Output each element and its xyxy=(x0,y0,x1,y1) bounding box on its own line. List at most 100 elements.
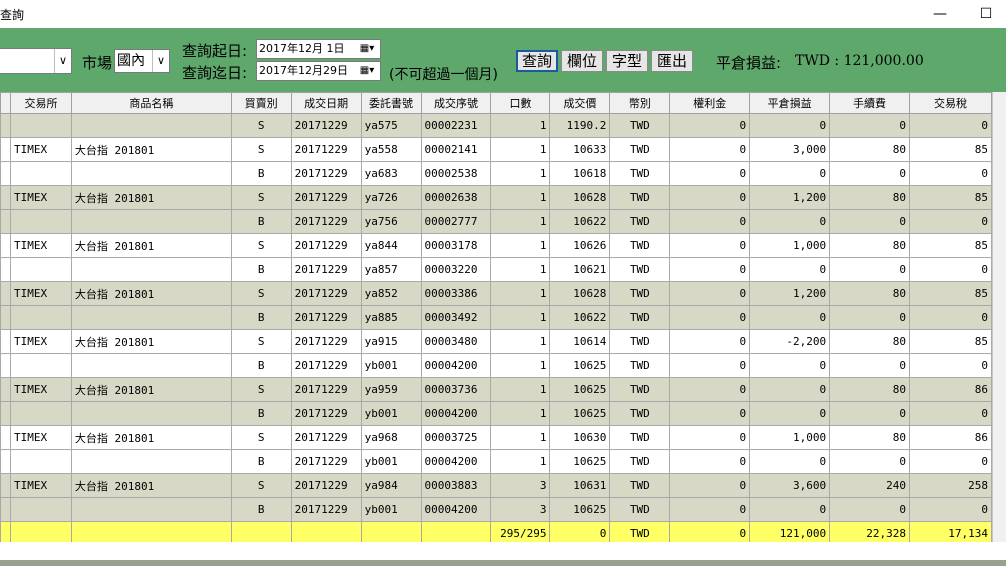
table-row[interactable]: TIMEX 大台指 201801 S 20171229 ya844 00003178 1 10… xyxy=(0,233,993,258)
table-row[interactable]: B 20171229 ya756 00002777 1 10622 TWD 0 0 0 0 xyxy=(0,209,993,234)
column-header-fill-no[interactable]: 成交序號 xyxy=(420,92,492,114)
cell-price: 10626 xyxy=(549,233,611,258)
columns-button[interactable]: 欄位 xyxy=(561,50,603,72)
column-header-exchange[interactable]: 交易所 xyxy=(9,92,72,114)
table-row[interactable]: B 20171229 ya885 00003492 1 10622 TWD 0 0 0 0 xyxy=(0,305,993,330)
cell-premium: 0 xyxy=(669,137,751,162)
table-row[interactable]: TIMEX 大台指 201801 S 20171229 ya915 00003480 1 10… xyxy=(0,329,993,354)
minimize-button[interactable]: — xyxy=(920,2,960,26)
cell-product-name xyxy=(70,497,232,522)
horizontal-scrollbar[interactable] xyxy=(0,560,1006,566)
cell-commission: 0 xyxy=(829,161,910,186)
column-header-trade-date[interactable]: 成交日期 xyxy=(290,92,362,114)
cell-currency: TWD xyxy=(609,449,671,474)
table-row[interactable]: B 20171229 yb001 00004200 1 10625 TWD 0 0 0 0 xyxy=(0,449,993,474)
column-header-commission[interactable]: 手續費 xyxy=(829,92,910,114)
column-header-qty[interactable]: 口數 xyxy=(490,92,551,114)
cell-exchange xyxy=(9,497,72,522)
cell-commission: 0 xyxy=(829,113,910,138)
table-row[interactable]: B 20171229 yb001 00004200 1 10625 TWD 0 0 0 0 xyxy=(0,401,993,426)
chevron-down-icon[interactable]: ∨ xyxy=(54,49,71,73)
table-row[interactable]: TIMEX 大台指 201801 S 20171229 ya959 00003736 1 10… xyxy=(0,377,993,402)
cell-trade-date: 20171229 xyxy=(290,185,362,210)
calendar-icon[interactable]: ▦▾ xyxy=(356,64,378,78)
column-header-order-no[interactable]: 委託書號 xyxy=(360,92,422,114)
cell-trade-date: 20171229 xyxy=(290,113,362,138)
vertical-scrollbar[interactable] xyxy=(992,92,1006,542)
cell-qty: 1 xyxy=(490,137,551,162)
end-date-picker[interactable]: 2017年12月29日 ▦▾ xyxy=(256,61,381,81)
cell-order-no: yb001 xyxy=(360,497,422,522)
cell-order-no: ya857 xyxy=(360,257,422,282)
table-row[interactable]: TIMEX 大台指 201801 S 20171229 ya726 00002638 1 10… xyxy=(0,185,993,210)
column-header-realized-pnl[interactable]: 平倉損益 xyxy=(749,92,831,114)
cell-product-name xyxy=(70,257,232,282)
cell-realized-pnl: 0 xyxy=(749,401,831,426)
account-combo[interactable]: ∨ xyxy=(0,48,72,74)
cell-row-marker xyxy=(0,113,11,138)
cell-tax: 0 xyxy=(908,497,993,522)
cell-fill-no: 00003386 xyxy=(420,281,492,306)
query-button[interactable]: 查詢 xyxy=(516,50,558,72)
column-header-side[interactable]: 買賣別 xyxy=(230,92,292,114)
table-row[interactable]: B 20171229 ya683 00002538 1 10618 TWD 0 0 0 0 xyxy=(0,161,993,186)
cell-price: 10631 xyxy=(549,473,611,498)
cell-realized-pnl: 0 xyxy=(749,305,831,330)
maximize-button[interactable]: ☐ xyxy=(966,2,1006,26)
column-header-premium[interactable]: 權利金 xyxy=(669,92,751,114)
column-header-tax[interactable]: 交易稅 xyxy=(908,92,993,114)
cell-order-no: yb001 xyxy=(360,401,422,426)
cell-order-no: ya558 xyxy=(360,137,422,162)
cell-row-marker xyxy=(0,497,11,522)
table-row[interactable]: B 20171229 yb001 00004200 1 10625 TWD 0 0 0 0 xyxy=(0,353,993,378)
cell-product-name xyxy=(70,161,232,186)
cell-price: 10625 xyxy=(549,497,611,522)
cell-premium: 0 xyxy=(669,185,751,210)
column-header-price[interactable]: 成交價 xyxy=(549,92,611,114)
cell-qty: 1 xyxy=(490,233,551,258)
cell-trade-date: 20171229 xyxy=(290,497,362,522)
table-row[interactable]: TIMEX 大台指 201801 S 20171229 ya852 00003386 1 10… xyxy=(0,281,993,306)
table-row[interactable]: B 20171229 ya857 00003220 1 10621 TWD 0 0 0 0 xyxy=(0,257,993,282)
table-row[interactable]: S 20171229 ya575 00002231 1 1190.2 TWD 0 0 0 0 xyxy=(0,113,993,138)
cell-order-no: ya968 xyxy=(360,425,422,450)
table-row[interactable]: TIMEX 大台指 201801 S 20171229 ya984 00003883 3 10… xyxy=(0,473,993,498)
calendar-icon[interactable]: ▦▾ xyxy=(356,42,378,56)
cell-product-name: 大台指 201801 xyxy=(70,377,232,402)
table-row[interactable]: TIMEX 大台指 201801 S 20171229 ya968 00003725 1 10… xyxy=(0,425,993,450)
cell-fill-no: 00003725 xyxy=(420,425,492,450)
cell-qty: 1 xyxy=(490,257,551,282)
chevron-down-icon[interactable]: ∨ xyxy=(152,50,169,72)
cell-order-no: ya959 xyxy=(360,377,422,402)
cell-realized-pnl: 3,600 xyxy=(749,473,831,498)
column-header-row-marker[interactable] xyxy=(0,92,11,114)
column-header-currency[interactable]: 幣別 xyxy=(609,92,671,114)
cell-exchange xyxy=(9,401,72,426)
cell-fill-no: 00003736 xyxy=(420,377,492,402)
cell-fill-no: 00004200 xyxy=(420,353,492,378)
font-button[interactable]: 字型 xyxy=(606,50,648,72)
cell-qty: 1 xyxy=(490,305,551,330)
cell-order-no: ya575 xyxy=(360,113,422,138)
query-toolbar: ∨ 市場 國內 ∨ 查詢起日: 2017年12月 1日 ▦▾ 查詢迄日: 201… xyxy=(0,28,1006,92)
cell-product-name: 大台指 201801 xyxy=(70,473,232,498)
start-date-label: 查詢起日: xyxy=(182,42,248,60)
table-row[interactable]: TIMEX 大台指 201801 S 20171229 ya558 00002141 1 10… xyxy=(0,137,993,162)
column-header-product-name[interactable]: 商品名稱 xyxy=(70,92,232,114)
cell-fill-no: 00003178 xyxy=(420,233,492,258)
export-button[interactable]: 匯出 xyxy=(651,50,693,72)
cell-side: S xyxy=(230,113,292,138)
cell-row-marker xyxy=(0,449,11,474)
start-date-picker[interactable]: 2017年12月 1日 ▦▾ xyxy=(256,39,381,59)
table-row[interactable]: B 20171229 yb001 00004200 3 10625 TWD 0 0 0 0 xyxy=(0,497,993,522)
market-select[interactable]: 國內 ∨ xyxy=(114,49,170,73)
cell-commission: 80 xyxy=(829,137,910,162)
cell-qty: 3 xyxy=(490,497,551,522)
cell-exchange xyxy=(9,113,72,138)
cell-premium: 0 xyxy=(669,377,751,402)
cell-premium: 0 xyxy=(669,281,751,306)
cell-premium: 0 xyxy=(669,305,751,330)
cell-realized-pnl: 1,000 xyxy=(749,425,831,450)
cell-price: 10625 xyxy=(549,449,611,474)
cell-exchange: TIMEX xyxy=(9,281,72,306)
